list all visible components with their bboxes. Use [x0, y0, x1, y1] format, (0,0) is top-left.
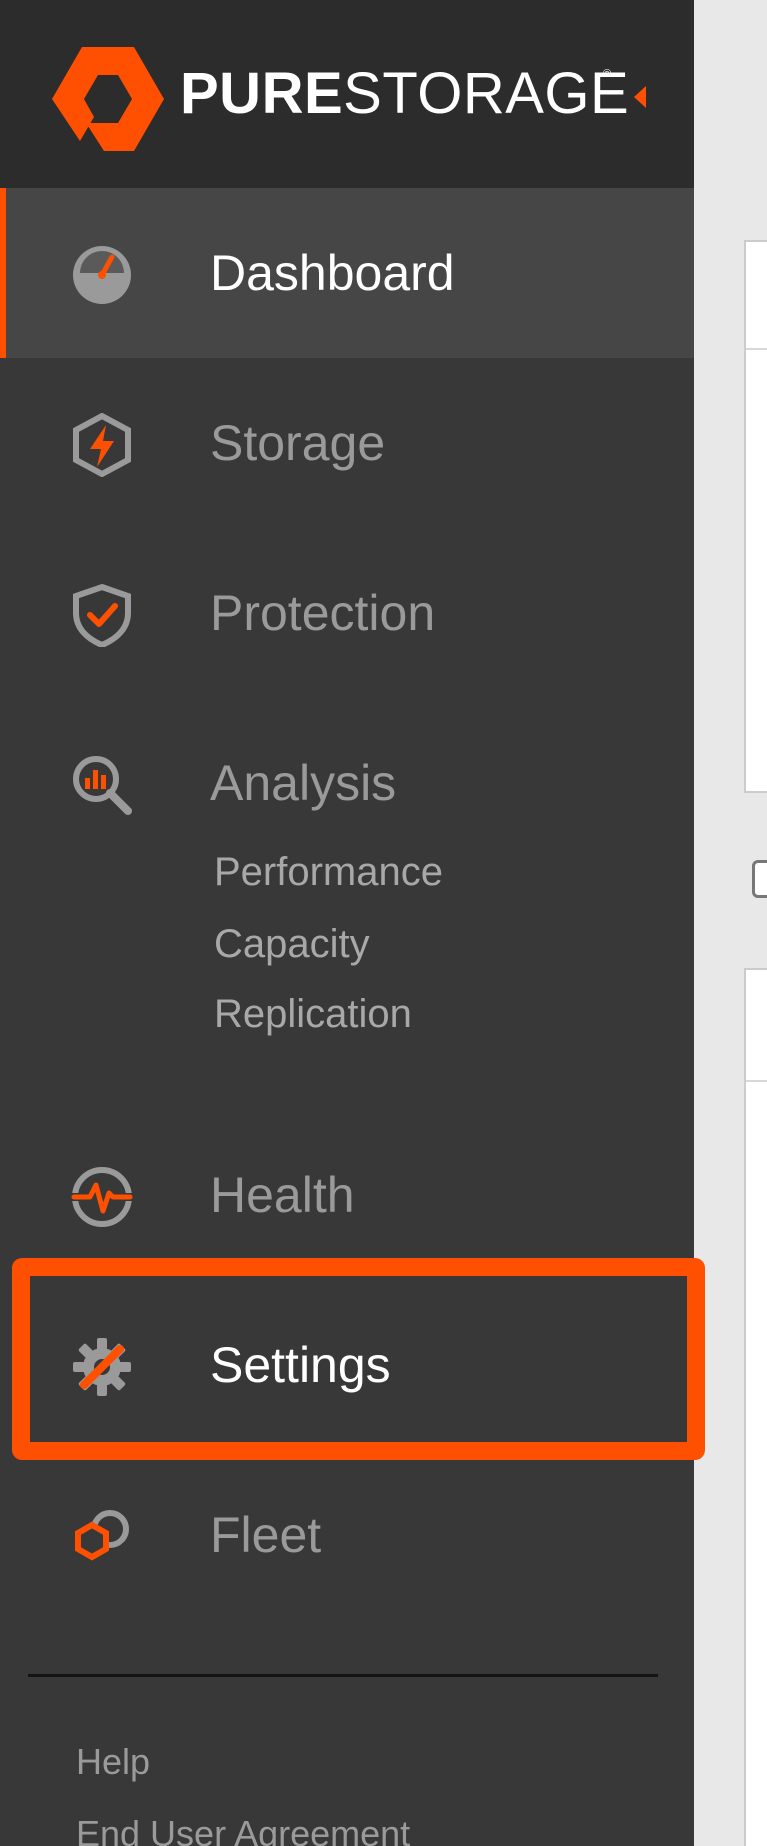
nav-item-protection[interactable]: Protection [0, 528, 694, 698]
heartbeat-icon [71, 1167, 133, 1227]
speedometer-icon [73, 246, 131, 304]
shield-check-icon [73, 583, 131, 647]
pure-storage-logo-icon [52, 47, 164, 151]
brand-name-light: STORAGE [343, 61, 630, 126]
fleet-hexagons-icon [75, 1510, 129, 1561]
nav-label-storage: Storage [210, 415, 386, 471]
settings-highlight-box [12, 1258, 705, 1460]
nav-item-fleet[interactable]: Fleet [0, 1450, 694, 1620]
footer-link-help[interactable]: Help [76, 1740, 150, 1784]
nav-item-dashboard[interactable]: Dashboard [0, 188, 694, 358]
nav-label-fleet: Fleet [210, 1507, 322, 1563]
subnav-item-capacity[interactable]: Capacity [214, 920, 370, 968]
content-panel-top [744, 240, 767, 793]
footer-link-eula[interactable]: End User Agreement [76, 1812, 410, 1846]
nav-label-analysis: Analysis [210, 755, 397, 811]
sidebar: PURESTORAGE ® Dashboard Storage Protecti… [0, 0, 694, 1846]
brand-header: PURESTORAGE ® [0, 0, 694, 188]
active-indicator [0, 188, 6, 358]
panel-header-divider [746, 1080, 767, 1082]
content-panel-bottom [744, 968, 767, 1846]
brand-wordmark: PURESTORAGE [180, 58, 629, 130]
subnav-item-performance[interactable]: Performance [214, 848, 443, 896]
nav-item-storage[interactable]: Storage [0, 358, 694, 528]
brand-name-bold: PURE [180, 61, 344, 126]
content-checkbox[interactable] [752, 860, 767, 898]
nav-label-protection: Protection [210, 585, 436, 641]
registered-mark: ® [603, 68, 612, 80]
panel-header-divider [746, 348, 767, 350]
collapse-sidebar-icon[interactable] [630, 82, 650, 112]
footer-divider [28, 1674, 658, 1677]
nav-item-health[interactable]: Health [0, 1110, 694, 1280]
nav-label-health: Health [210, 1167, 355, 1223]
nav-label-dashboard: Dashboard [210, 245, 455, 301]
magnifier-chart-icon [73, 756, 132, 815]
hexagon-bolt-icon [73, 413, 131, 477]
subnav-item-replication[interactable]: Replication [214, 990, 412, 1038]
